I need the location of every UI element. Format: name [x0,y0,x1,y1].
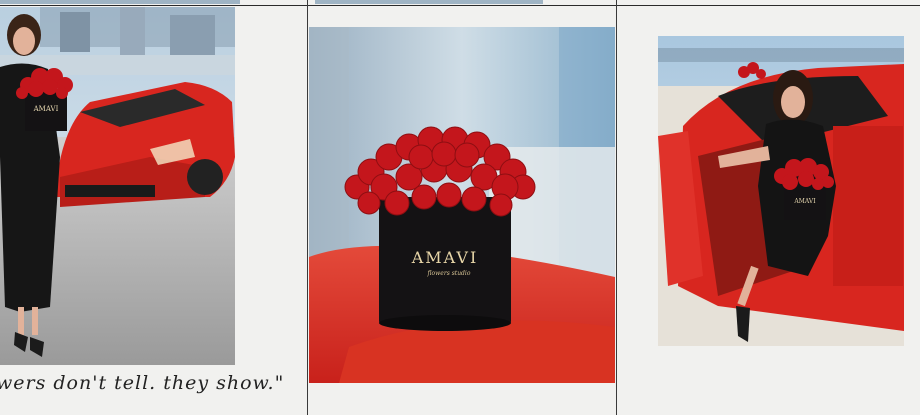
photo-center-image: AMAVI flowers studio [309,27,615,383]
photo-center[interactable]: AMAVI flowers studio [309,27,615,383]
top-photo-strip-center [315,0,543,4]
divider-line-2 [616,0,617,415]
photo-left[interactable]: AMAVI [0,7,235,365]
photo-right[interactable]: AMAVI [658,36,904,346]
center-box-logo: AMAVI [411,248,479,267]
divider-line-1 [307,0,308,415]
photo-right-image: AMAVI [658,36,904,346]
photo-left-image: AMAVI [0,7,235,365]
center-box-script: flowers studio [427,270,471,277]
top-photo-strip-left [0,0,240,4]
right-box-logo: AMAVI [793,198,816,205]
left-box-logo: AMAVI [33,105,59,113]
caption-quote: wers don't tell. they show." [0,372,285,394]
top-rule [0,5,920,6]
